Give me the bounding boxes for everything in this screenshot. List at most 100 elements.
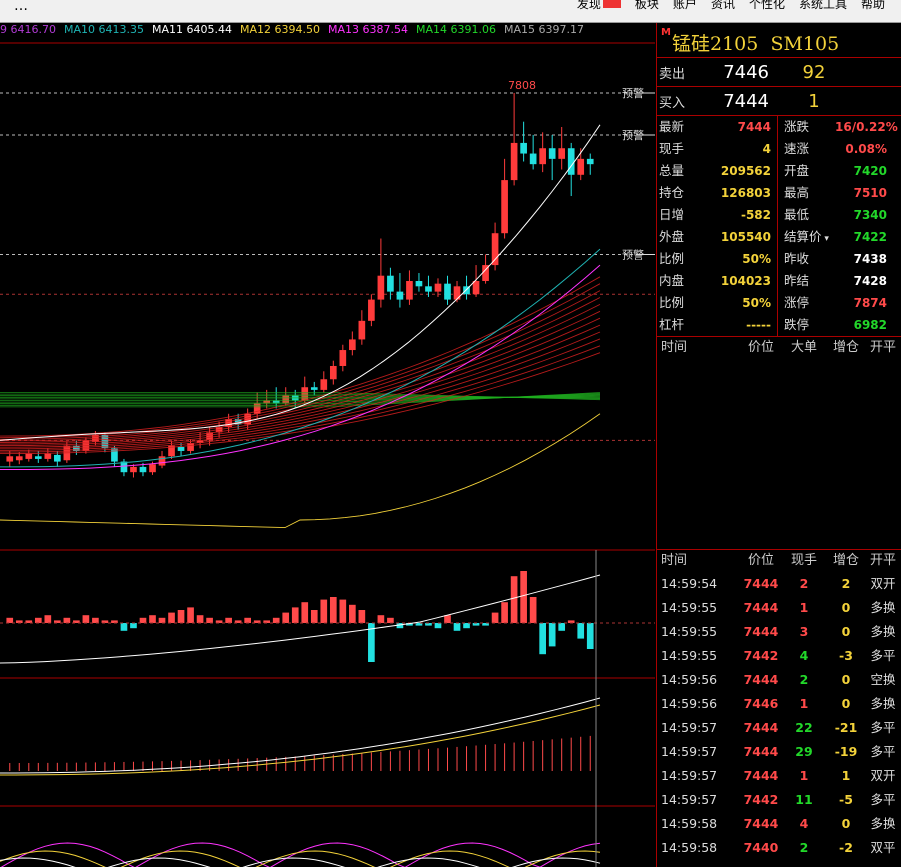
volume-bar [139,617,147,623]
market-marker: M [661,27,671,38]
ma-line-red [0,290,601,440]
ma-line-green [0,393,601,400]
volume-bar [130,623,137,629]
volume-bar [301,602,309,623]
menu-item-3[interactable]: 资讯 [711,0,735,12]
tick-row[interactable]: 14:59:56 7446 1 0 多换 [657,692,901,716]
candle-body [177,446,185,451]
column-header: 现手 [790,553,817,568]
ma-line-red [0,283,601,439]
tick-row[interactable]: 14:59:57 7444 29 -19 多平 [657,740,901,764]
volume-bar [225,617,232,623]
volume-bar [444,615,451,623]
candle-body [377,275,385,300]
tick-header: 时间 价位 现手 增仓 开平 [657,550,901,572]
volume-bar [539,623,546,655]
big-order-list[interactable] [657,359,901,550]
stat-value: 105540 [720,230,771,244]
volume-bar [244,617,251,623]
tick-list[interactable]: 14:59:54 7444 2 2 双开 14:59:55 7444 1 0 多换 14:59:55… [657,572,901,860]
stat-value: 50% [742,296,771,310]
candle-body [6,456,14,462]
menu-item-5[interactable]: 系统工具 [799,0,847,12]
candle-body [310,387,318,390]
volume-bar [377,615,385,623]
column-header: 开平 [869,340,896,355]
chevron-down-icon[interactable]: ▾ [822,234,829,244]
tick-row[interactable]: 14:59:54 7444 2 2 双开 [657,572,901,596]
stat-label[interactable]: 结算价 ▾ [777,226,835,248]
tick-cell-p: 7444 [743,672,779,687]
tick-cell-q: 2 [799,840,809,855]
menu-item-6[interactable]: 帮助 [861,0,885,12]
volume-bar [177,610,185,623]
candle-body [368,299,375,321]
volume-bar [529,597,537,623]
buy-row[interactable]: 买入 7444 1 [657,87,901,116]
stat-value: 7874 [853,296,887,310]
tick-row[interactable]: 14:59:55 7444 3 0 多换 [657,620,901,644]
tick-cell-q: 2 [799,576,809,591]
volume-bar [501,602,508,623]
stat-value: 209562 [720,164,771,178]
ma-line-green [0,395,601,401]
stat-value: 7510 [853,186,887,200]
tick-row[interactable]: 14:59:58 7444 4 0 多换 [657,812,901,836]
stats-grid: 最新 7444 涨跌 16/0.22% 现手 4 速涨 0.08% 总量 209562 开盘 7420… [657,116,901,336]
tick-cell-p: 7444 [743,744,779,759]
candle-body [501,180,508,234]
tick-cell-t: 14:59:56 [661,696,718,711]
tick-cell-p: 7444 [743,600,779,615]
dea-line [0,704,601,776]
more-menu-icon[interactable]: … [14,0,28,14]
column-header: 开平 [869,553,896,568]
candle-body [349,339,356,351]
tick-cell-k: 空换 [870,672,896,687]
volume-bar [577,623,585,639]
tick-row[interactable]: 14:59:56 7444 2 0 空换 [657,668,901,692]
menu-items: 发现 板块 账户 资讯 个性化 系统工具 帮助 [577,0,885,12]
tick-cell-q: 11 [795,792,813,807]
tick-row[interactable]: 14:59:57 7442 11 -5 多平 [657,788,901,812]
column-header: 时间 [661,340,688,355]
candle-body [415,281,423,287]
menu-item-2[interactable]: 账户 [673,0,697,12]
tick-cell-t: 14:59:57 [661,792,718,807]
volume-bar [349,604,356,623]
menu-item-1[interactable]: 板块 [635,0,659,12]
kline-chart[interactable]: 7808预警预警预警 [0,23,655,867]
tick-cell-d: -3 [839,648,853,663]
stat-label: 现手 [659,141,685,156]
volume-bar [196,615,204,623]
tick-cell-k: 多换 [870,624,896,639]
tick-cell-d: 1 [841,768,851,783]
candle-body [529,153,537,165]
candle-body [548,148,556,159]
menu-item-0[interactable]: 发现 [577,0,621,12]
menu-item-4[interactable]: 个性化 [749,0,785,12]
volume-bar [310,610,318,623]
stat-label: 杠杆 [659,317,685,332]
tick-row[interactable]: 14:59:55 7444 1 0 多换 [657,596,901,620]
candle-body [387,275,394,292]
j-line [0,857,601,867]
menu-bar: … 发现 板块 账户 资讯 个性化 系统工具 帮助 [0,0,901,23]
column-header: 增仓 [832,340,859,355]
tick-cell-p: 7442 [743,648,779,663]
contract-title[interactable]: M 锰硅2105 SM105 [657,23,901,58]
sell-row[interactable]: 卖出 7446 92 [657,58,901,87]
stat-value: 6982 [853,318,887,332]
tick-row[interactable]: 14:59:58 7440 2 -2 双平 [657,836,901,860]
tick-row[interactable]: 14:59:57 7444 22 -21 多平 [657,716,901,740]
stat-value: 7422 [853,230,887,244]
tick-cell-t: 14:59:56 [661,672,718,687]
tick-cell-p: 7444 [743,720,779,735]
volume-bar [44,615,52,623]
stat-label: 内盘 [659,273,685,288]
tick-row[interactable]: 14:59:55 7442 4 -3 多平 [657,644,901,668]
volume-bar [339,599,347,623]
stat-label: 最低 [777,204,835,226]
stat-label: 开盘 [777,160,835,182]
tick-cell-p: 7442 [743,792,779,807]
tick-row[interactable]: 14:59:57 7444 1 1 双开 [657,764,901,788]
